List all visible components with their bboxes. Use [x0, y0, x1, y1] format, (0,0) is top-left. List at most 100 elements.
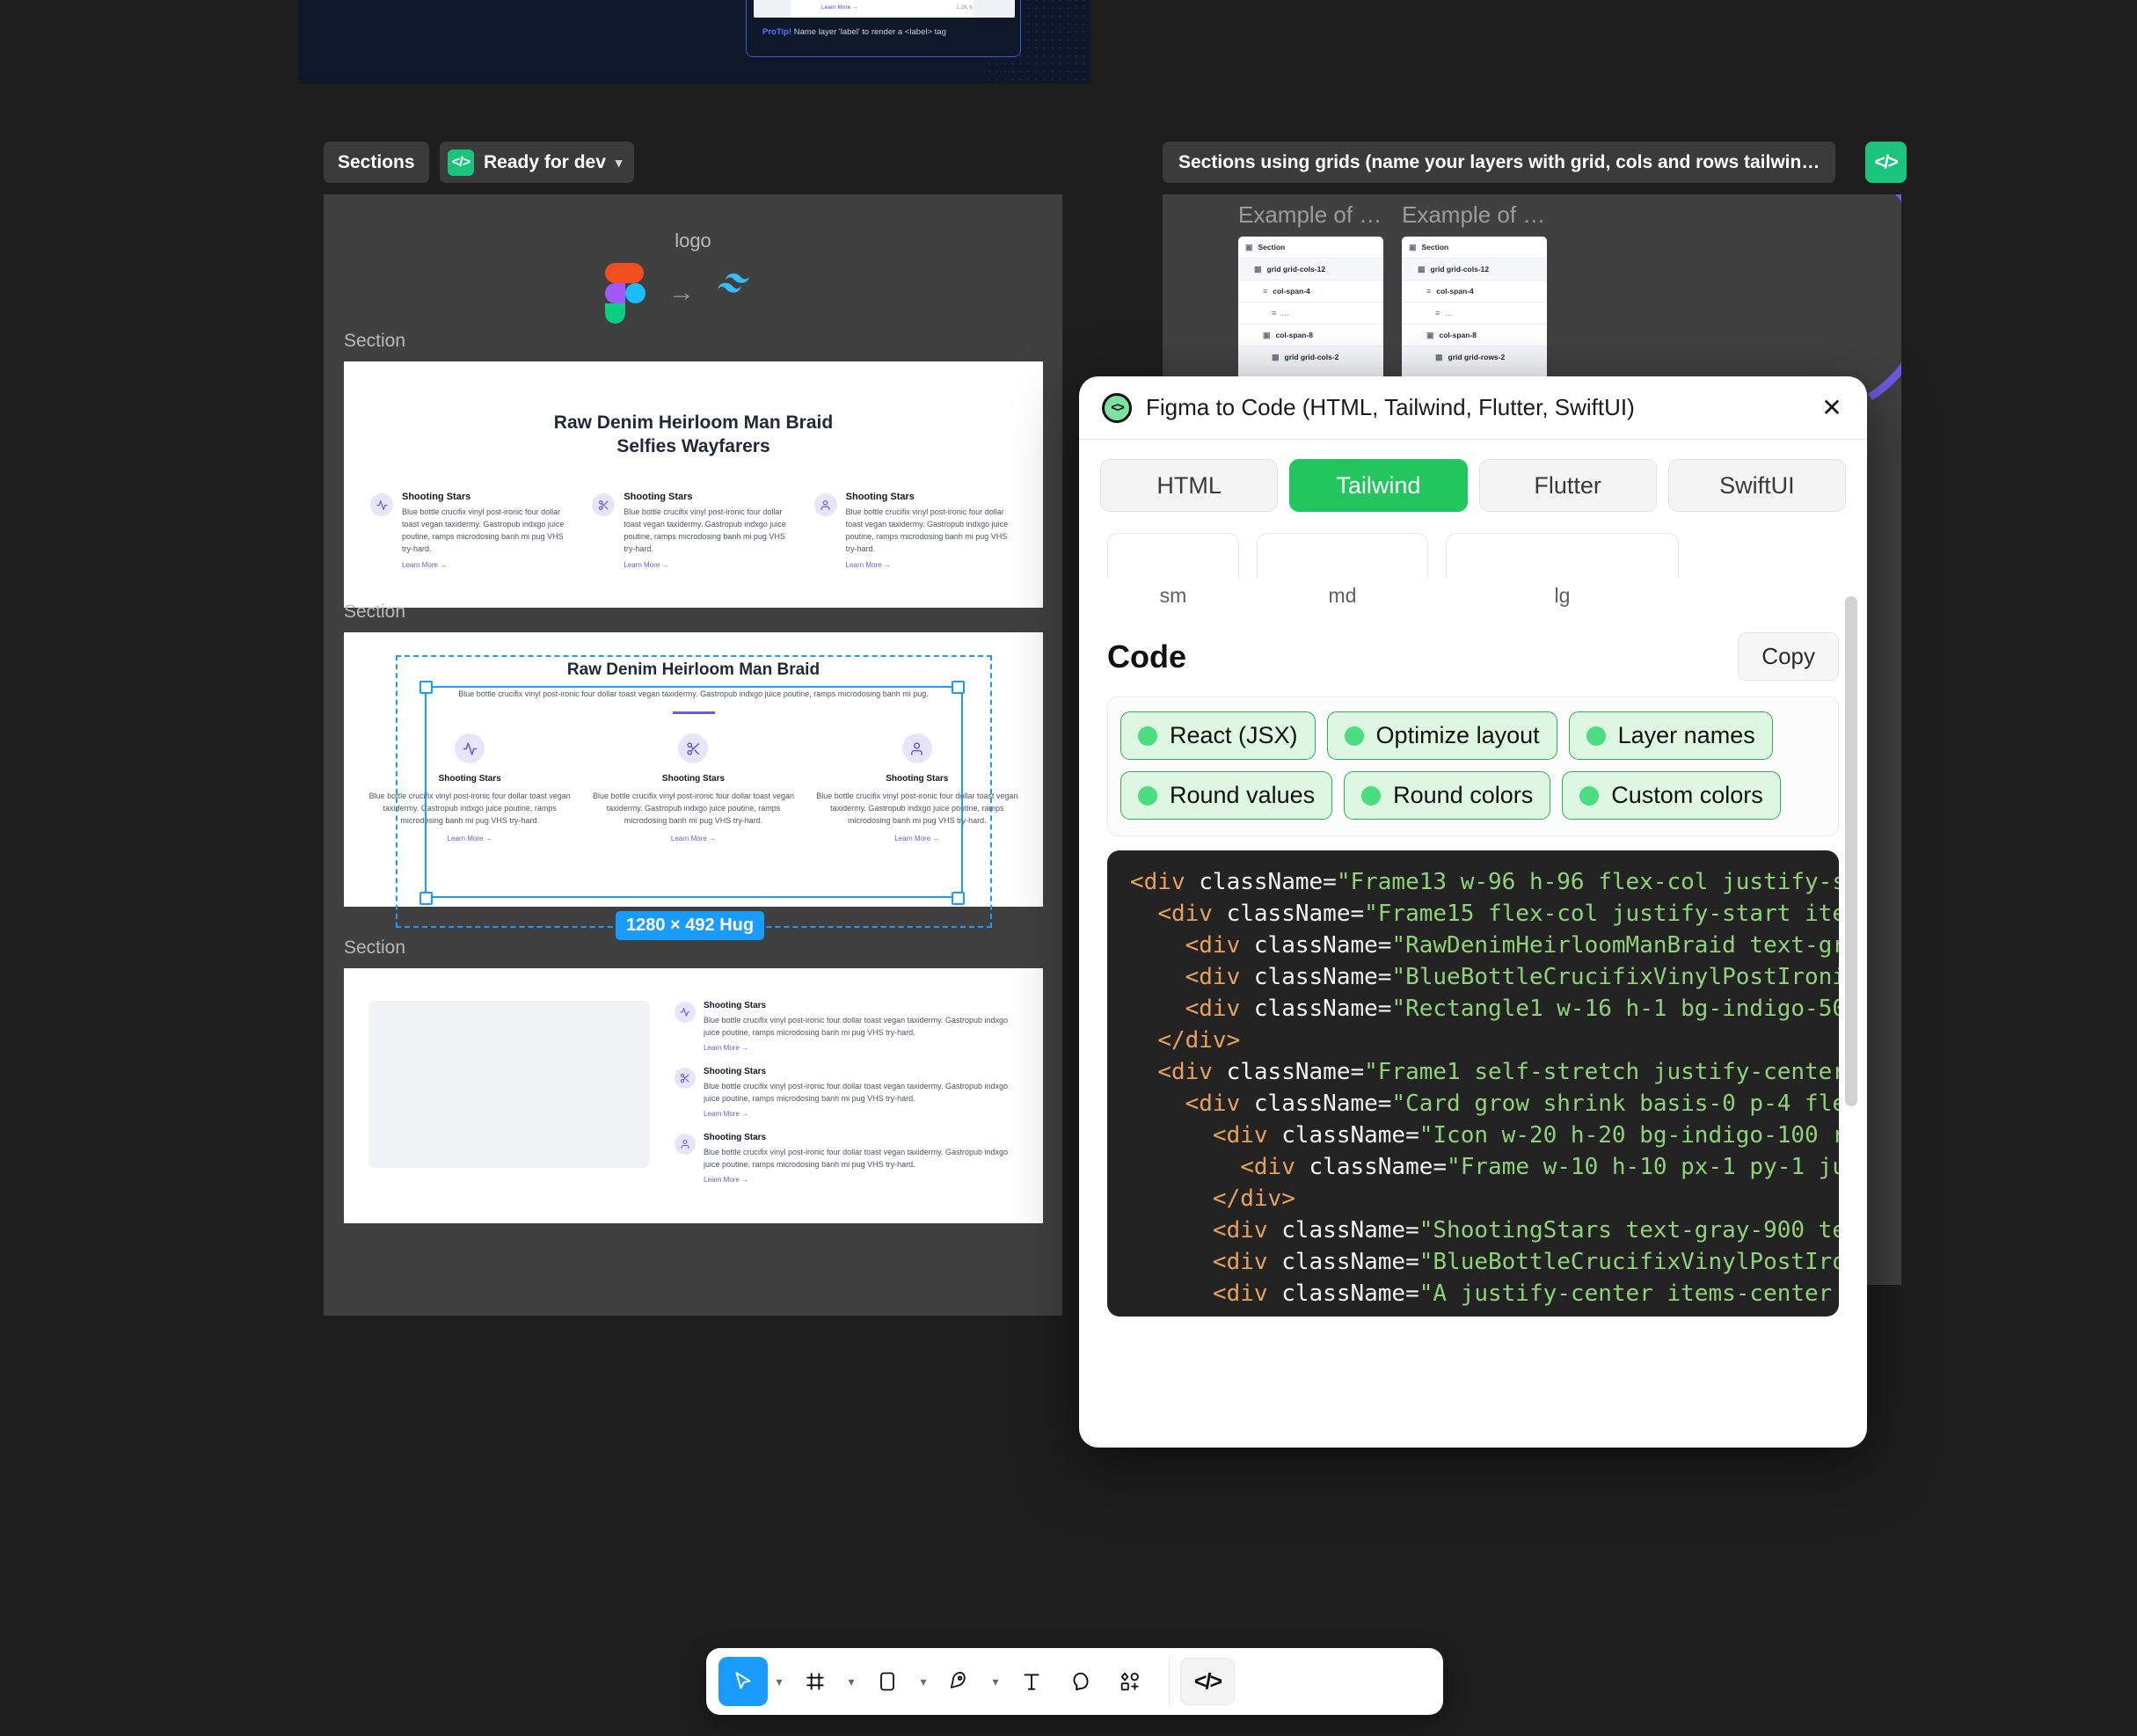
feature-link[interactable]: Learn More → — [814, 835, 1020, 842]
plugin-header: <> Figma to Code (HTML, Tailwind, Flutte… — [1079, 376, 1867, 440]
sections-frame-label[interactable]: Sections — [324, 142, 429, 183]
feature-item: Shooting Stars Blue bottle crucifix viny… — [367, 733, 573, 842]
layer-name: … — [1445, 309, 1453, 317]
layer-name: grid grid-cols-2 — [1284, 353, 1339, 361]
code-output-box[interactable]: <div className="Frame13 w-96 h-96 flex-c… — [1107, 850, 1839, 1317]
feature-link[interactable]: Learn More → — [402, 561, 573, 569]
feature-body: Blue bottle crucifix vinyl post-ironic f… — [704, 1016, 1008, 1037]
navy-learn-more[interactable]: Learn More → — [821, 4, 858, 11]
scissors-icon — [678, 733, 709, 763]
figma-to-code-plugin-window: <> Figma to Code (HTML, Tailwind, Flutte… — [1079, 376, 1867, 1448]
text-tool[interactable] — [1007, 1657, 1056, 1706]
tab-flutter[interactable]: Flutter — [1478, 459, 1657, 512]
figma-to-code-icon: <> — [1102, 392, 1132, 423]
breakpoint-preview-md[interactable] — [1257, 533, 1428, 579]
navy-card-preview: lobster waistcoat. Learn More → 1.2K 6 — [754, 0, 1015, 18]
breakpoint-captions: sm md lg — [1079, 579, 1867, 608]
list-icon: ≡ — [1426, 287, 1432, 295]
actions-tool[interactable] — [1105, 1657, 1155, 1706]
resize-handle-br[interactable] — [952, 892, 965, 905]
feature-item: Shooting Stars Blue bottle crucifix viny… — [675, 1067, 1011, 1118]
feature-item: Shooting Stars Blue bottle crucifix viny… — [675, 1001, 1011, 1052]
feature-link[interactable]: Learn More → — [590, 835, 796, 842]
frame-tool-chevron-down-icon[interactable]: ▾ — [840, 1674, 863, 1689]
feature-heading: Shooting Stars — [704, 1133, 767, 1142]
resize-handle-bl[interactable] — [419, 892, 433, 905]
option-label: Custom colors — [1611, 782, 1763, 808]
layer-name: … — [1281, 309, 1289, 317]
shape-tool[interactable] — [863, 1657, 912, 1706]
feature-item: Shooting Stars Blue bottle crucifix viny… — [814, 733, 1020, 842]
option-layer-names[interactable]: Layer names — [1568, 711, 1773, 760]
feature-body: Blue bottle crucifix vinyl post-ironic f… — [816, 791, 1018, 825]
toggle-indicator — [1586, 726, 1606, 746]
dev-mode-toggle[interactable]: </> — [1180, 1658, 1235, 1705]
user-icon — [675, 1134, 696, 1155]
image-placeholder — [368, 1001, 650, 1168]
top-navy-frame: lobster waistcoat. Learn More → 1.2K 6 P… — [299, 0, 1090, 84]
feature-heading: Shooting Stars — [704, 1067, 767, 1076]
layer-row: ▦ grid grid-rows-2 — [1402, 346, 1547, 368]
toolbar-divider — [1169, 1658, 1170, 1705]
feature-link-label: Learn More — [704, 1044, 740, 1052]
layer-row: ▦ grid grid-cols-12 — [1402, 259, 1547, 281]
tab-swiftui[interactable]: SwiftUI — [1667, 459, 1846, 512]
feature-link[interactable]: Learn More → — [704, 1176, 1011, 1184]
resize-handle-tl[interactable] — [419, 681, 433, 694]
dev-mode-badge[interactable]: </> — [1865, 142, 1907, 183]
feature-body: Blue bottle crucifix vinyl post-ironic f… — [704, 1082, 1008, 1103]
frame-tool[interactable] — [791, 1657, 840, 1706]
plugin-body: HTML Tailwind Flutter SwiftUI sm md lg C… — [1079, 440, 1867, 1448]
code-section-header: Code Copy — [1079, 608, 1867, 681]
feature-link-label: Learn More — [402, 561, 438, 569]
sections-frame: logo → Section Raw Denim Heirloom Man Br… — [324, 194, 1062, 1316]
option-optimize-layout[interactable]: Optimize layout — [1326, 711, 1557, 760]
ready-for-dev-chip[interactable]: </> Ready for dev ▾ — [440, 142, 635, 183]
toggle-indicator — [1138, 726, 1157, 746]
shape-tool-chevron-down-icon[interactable]: ▾ — [912, 1674, 935, 1689]
close-icon[interactable]: ✕ — [1816, 392, 1848, 424]
code-icon: </> — [448, 149, 474, 176]
pen-tool-chevron-down-icon[interactable]: ▾ — [984, 1674, 1007, 1689]
feature-heading: Shooting Stars — [661, 774, 726, 784]
arrow-right-icon: → — [668, 278, 695, 307]
grids-frame-label[interactable]: Sections using grids (name your layers w… — [1163, 142, 1836, 183]
layer-row: ▣ Section — [1238, 237, 1383, 259]
artboard-3[interactable]: Shooting Stars Blue bottle crucifix viny… — [344, 968, 1043, 1223]
plugin-scrollbar[interactable] — [1845, 596, 1857, 1106]
feature-link[interactable]: Learn More → — [846, 561, 1017, 569]
artboard-1[interactable]: Raw Denim Heirloom Man Braid Selfies Way… — [344, 361, 1043, 608]
toggle-indicator — [1138, 785, 1157, 806]
feature-body: Blue bottle crucifix vinyl post-ironic f… — [592, 791, 795, 825]
feature-item: Shooting Stars Blue bottle crucifix viny… — [592, 492, 794, 569]
plugin-title: Figma to Code (HTML, Tailwind, Flutter, … — [1146, 394, 1635, 420]
board2-title: Raw Denim Heirloom Man Braid — [566, 660, 821, 679]
option-round-colors[interactable]: Round colors — [1344, 771, 1551, 820]
feature-heading: Shooting Stars — [438, 774, 501, 784]
feature-link[interactable]: Learn More → — [624, 561, 794, 569]
option-round-values[interactable]: Round values — [1120, 771, 1333, 820]
move-tool-chevron-down-icon[interactable]: ▾ — [768, 1674, 791, 1689]
breakpoint-previews — [1079, 512, 1867, 579]
feature-link[interactable]: Learn More → — [367, 835, 573, 842]
tab-html[interactable]: HTML — [1100, 459, 1279, 512]
option-react-jsx[interactable]: React (JSX) — [1120, 711, 1316, 760]
feature-link[interactable]: Learn More → — [704, 1044, 1011, 1052]
copy-button[interactable]: Copy — [1738, 632, 1839, 681]
tab-tailwind[interactable]: Tailwind — [1289, 459, 1468, 512]
breakpoint-preview-sm[interactable] — [1107, 533, 1239, 579]
section-label-3: Section — [344, 937, 406, 958]
layer-name: grid grid-cols-12 — [1266, 265, 1326, 274]
breakpoint-preview-lg[interactable] — [1446, 533, 1679, 579]
pen-tool[interactable] — [935, 1657, 984, 1706]
layer-name: col-span-8 — [1275, 331, 1314, 339]
resize-handle-tr[interactable] — [952, 681, 965, 694]
option-custom-colors[interactable]: Custom colors — [1562, 771, 1781, 820]
feature-link[interactable]: Learn More → — [704, 1110, 1011, 1118]
comment-tool[interactable] — [1056, 1657, 1105, 1706]
section-label-1: Section — [344, 331, 406, 351]
move-tool[interactable] — [718, 1657, 768, 1706]
feature-heading: Shooting Stars — [402, 492, 471, 502]
chevron-down-icon[interactable]: ▾ — [616, 155, 623, 171]
artboard-2[interactable]: Raw Denim Heirloom Man Braid Blue bottle… — [344, 632, 1043, 907]
